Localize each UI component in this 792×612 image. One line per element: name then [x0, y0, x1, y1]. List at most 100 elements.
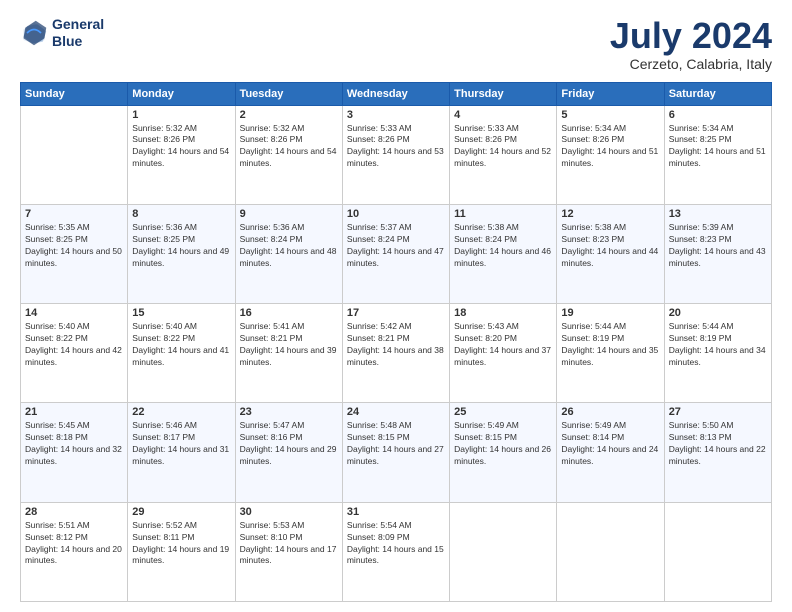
calendar-week-1: 1 Sunrise: 5:32 AM Sunset: 8:26 PM Daylig… — [21, 105, 772, 204]
cell-info: Sunrise: 5:39 AM Sunset: 8:23 PM Dayligh… — [669, 222, 767, 270]
day-number: 8 — [132, 208, 230, 220]
cell-info: Sunrise: 5:41 AM Sunset: 8:21 PM Dayligh… — [240, 321, 338, 369]
main-title: July 2024 — [610, 16, 772, 56]
cell-info: Sunrise: 5:36 AM Sunset: 8:25 PM Dayligh… — [132, 222, 230, 270]
day-number: 2 — [240, 109, 338, 121]
cell-info: Sunrise: 5:32 AM Sunset: 8:26 PM Dayligh… — [132, 123, 230, 171]
cell-info: Sunrise: 5:37 AM Sunset: 8:24 PM Dayligh… — [347, 222, 445, 270]
calendar-header-thursday: Thursday — [450, 82, 557, 105]
cell-info: Sunrise: 5:49 AM Sunset: 8:14 PM Dayligh… — [561, 420, 659, 468]
calendar-cell — [557, 502, 664, 601]
calendar-cell: 13 Sunrise: 5:39 AM Sunset: 8:23 PM Dayli… — [664, 204, 771, 303]
calendar-cell: 27 Sunrise: 5:50 AM Sunset: 8:13 PM Dayli… — [664, 403, 771, 502]
logo: General Blue — [20, 16, 104, 50]
calendar-cell: 31 Sunrise: 5:54 AM Sunset: 8:09 PM Dayli… — [342, 502, 449, 601]
cell-info: Sunrise: 5:44 AM Sunset: 8:19 PM Dayligh… — [561, 321, 659, 369]
cell-info: Sunrise: 5:46 AM Sunset: 8:17 PM Dayligh… — [132, 420, 230, 468]
calendar-cell: 30Sunrise: 5:53 AM Sunset: 8:10 PM Dayli… — [235, 502, 342, 601]
calendar-body: 1 Sunrise: 5:32 AM Sunset: 8:26 PM Daylig… — [21, 105, 772, 601]
day-number: 30 — [240, 506, 338, 518]
calendar-cell: 29Sunrise: 5:52 AM Sunset: 8:11 PM Dayli… — [128, 502, 235, 601]
day-number: 20 — [669, 307, 767, 319]
cell-info: Sunrise: 5:42 AM Sunset: 8:21 PM Dayligh… — [347, 321, 445, 369]
day-number: 26 — [561, 406, 659, 418]
calendar-cell — [450, 502, 557, 601]
day-number: 4 — [454, 109, 552, 121]
logo-text: General Blue — [52, 16, 104, 50]
cell-info: Sunrise: 5:33 AM Sunset: 8:26 PM Dayligh… — [347, 123, 445, 171]
cell-info: Sunrise: 5:34 AM Sunset: 8:25 PM Dayligh… — [669, 123, 767, 171]
page: General Blue July 2024 Cerzeto, Calabria… — [0, 0, 792, 612]
day-number: 14 — [25, 307, 123, 319]
calendar-week-3: 14 Sunrise: 5:40 AM Sunset: 8:22 PM Dayli… — [21, 304, 772, 403]
calendar-cell: 2 Sunrise: 5:32 AM Sunset: 8:26 PM Daylig… — [235, 105, 342, 204]
cell-info: Sunrise: 5:36 AM Sunset: 8:24 PM Dayligh… — [240, 222, 338, 270]
calendar-cell: 19 Sunrise: 5:44 AM Sunset: 8:19 PM Dayli… — [557, 304, 664, 403]
calendar-cell: 10 Sunrise: 5:37 AM Sunset: 8:24 PM Dayli… — [342, 204, 449, 303]
cell-info: Sunrise: 5:54 AM Sunset: 8:09 PM Dayligh… — [347, 520, 445, 568]
day-number: 19 — [561, 307, 659, 319]
calendar-cell: 12 Sunrise: 5:38 AM Sunset: 8:23 PM Dayli… — [557, 204, 664, 303]
calendar-cell: 15 Sunrise: 5:40 AM Sunset: 8:22 PM Dayli… — [128, 304, 235, 403]
cell-info: Sunrise: 5:40 AM Sunset: 8:22 PM Dayligh… — [25, 321, 123, 369]
calendar-header-tuesday: Tuesday — [235, 82, 342, 105]
calendar-cell: 8 Sunrise: 5:36 AM Sunset: 8:25 PM Daylig… — [128, 204, 235, 303]
day-number: 12 — [561, 208, 659, 220]
calendar-cell: 18Sunrise: 5:43 AM Sunset: 8:20 PM Dayli… — [450, 304, 557, 403]
calendar-cell: 23 Sunrise: 5:47 AM Sunset: 8:16 PM Dayli… — [235, 403, 342, 502]
cell-info: Sunrise: 5:45 AM Sunset: 8:18 PM Dayligh… — [25, 420, 123, 468]
cell-info: Sunrise: 5:33 AM Sunset: 8:26 PM Dayligh… — [454, 123, 552, 171]
calendar-cell: 11 Sunrise: 5:38 AM Sunset: 8:24 PM Dayli… — [450, 204, 557, 303]
calendar-cell: 16 Sunrise: 5:41 AM Sunset: 8:21 PM Dayli… — [235, 304, 342, 403]
calendar-cell: 26 Sunrise: 5:49 AM Sunset: 8:14 PM Dayli… — [557, 403, 664, 502]
day-number: 17 — [347, 307, 445, 319]
day-number: 16 — [240, 307, 338, 319]
calendar-header-wednesday: Wednesday — [342, 82, 449, 105]
cell-info: Sunrise: 5:48 AM Sunset: 8:15 PM Dayligh… — [347, 420, 445, 468]
logo-line2: Blue — [52, 33, 104, 50]
calendar-cell: 28Sunrise: 5:51 AM Sunset: 8:12 PM Dayli… — [21, 502, 128, 601]
cell-info: Sunrise: 5:35 AM Sunset: 8:25 PM Dayligh… — [25, 222, 123, 270]
day-number: 15 — [132, 307, 230, 319]
day-number: 1 — [132, 109, 230, 121]
cell-info: Sunrise: 5:38 AM Sunset: 8:24 PM Dayligh… — [454, 222, 552, 270]
day-number: 9 — [240, 208, 338, 220]
calendar-cell: 14 Sunrise: 5:40 AM Sunset: 8:22 PM Dayli… — [21, 304, 128, 403]
cell-info: Sunrise: 5:50 AM Sunset: 8:13 PM Dayligh… — [669, 420, 767, 468]
day-number: 22 — [132, 406, 230, 418]
cell-info: Sunrise: 5:34 AM Sunset: 8:26 PM Dayligh… — [561, 123, 659, 171]
day-number: 23 — [240, 406, 338, 418]
calendar-cell: 1 Sunrise: 5:32 AM Sunset: 8:26 PM Daylig… — [128, 105, 235, 204]
cell-info: Sunrise: 5:44 AM Sunset: 8:19 PM Dayligh… — [669, 321, 767, 369]
day-number: 7 — [25, 208, 123, 220]
cell-info: Sunrise: 5:38 AM Sunset: 8:23 PM Dayligh… — [561, 222, 659, 270]
cell-info: Sunrise: 5:40 AM Sunset: 8:22 PM Dayligh… — [132, 321, 230, 369]
logo-line1: General — [52, 16, 104, 33]
calendar-header-monday: Monday — [128, 82, 235, 105]
calendar-cell: 6 Sunrise: 5:34 AM Sunset: 8:25 PM Daylig… — [664, 105, 771, 204]
day-number: 6 — [669, 109, 767, 121]
calendar-header-sunday: Sunday — [21, 82, 128, 105]
calendar-cell: 20 Sunrise: 5:44 AM Sunset: 8:19 PM Dayli… — [664, 304, 771, 403]
day-number: 27 — [669, 406, 767, 418]
day-number: 21 — [25, 406, 123, 418]
day-number: 29 — [132, 506, 230, 518]
calendar-cell: 4 Sunrise: 5:33 AM Sunset: 8:26 PM Daylig… — [450, 105, 557, 204]
header: General Blue July 2024 Cerzeto, Calabria… — [20, 16, 772, 72]
cell-info: Sunrise: 5:32 AM Sunset: 8:26 PM Dayligh… — [240, 123, 338, 171]
calendar-week-2: 7 Sunrise: 5:35 AM Sunset: 8:25 PM Daylig… — [21, 204, 772, 303]
day-number: 25 — [454, 406, 552, 418]
calendar-cell — [664, 502, 771, 601]
cell-info: Sunrise: 5:47 AM Sunset: 8:16 PM Dayligh… — [240, 420, 338, 468]
cell-info: Sunrise: 5:49 AM Sunset: 8:15 PM Dayligh… — [454, 420, 552, 468]
calendar-week-5: 28Sunrise: 5:51 AM Sunset: 8:12 PM Dayli… — [21, 502, 772, 601]
day-number: 31 — [347, 506, 445, 518]
day-number: 11 — [454, 208, 552, 220]
calendar-cell: 5Sunrise: 5:34 AM Sunset: 8:26 PM Daylig… — [557, 105, 664, 204]
calendar-cell: 9 Sunrise: 5:36 AM Sunset: 8:24 PM Daylig… — [235, 204, 342, 303]
calendar-cell: 25 Sunrise: 5:49 AM Sunset: 8:15 PM Dayli… — [450, 403, 557, 502]
day-number: 13 — [669, 208, 767, 220]
calendar-cell: 17 Sunrise: 5:42 AM Sunset: 8:21 PM Dayli… — [342, 304, 449, 403]
day-number: 10 — [347, 208, 445, 220]
cell-info: Sunrise: 5:51 AM Sunset: 8:12 PM Dayligh… — [25, 520, 123, 568]
